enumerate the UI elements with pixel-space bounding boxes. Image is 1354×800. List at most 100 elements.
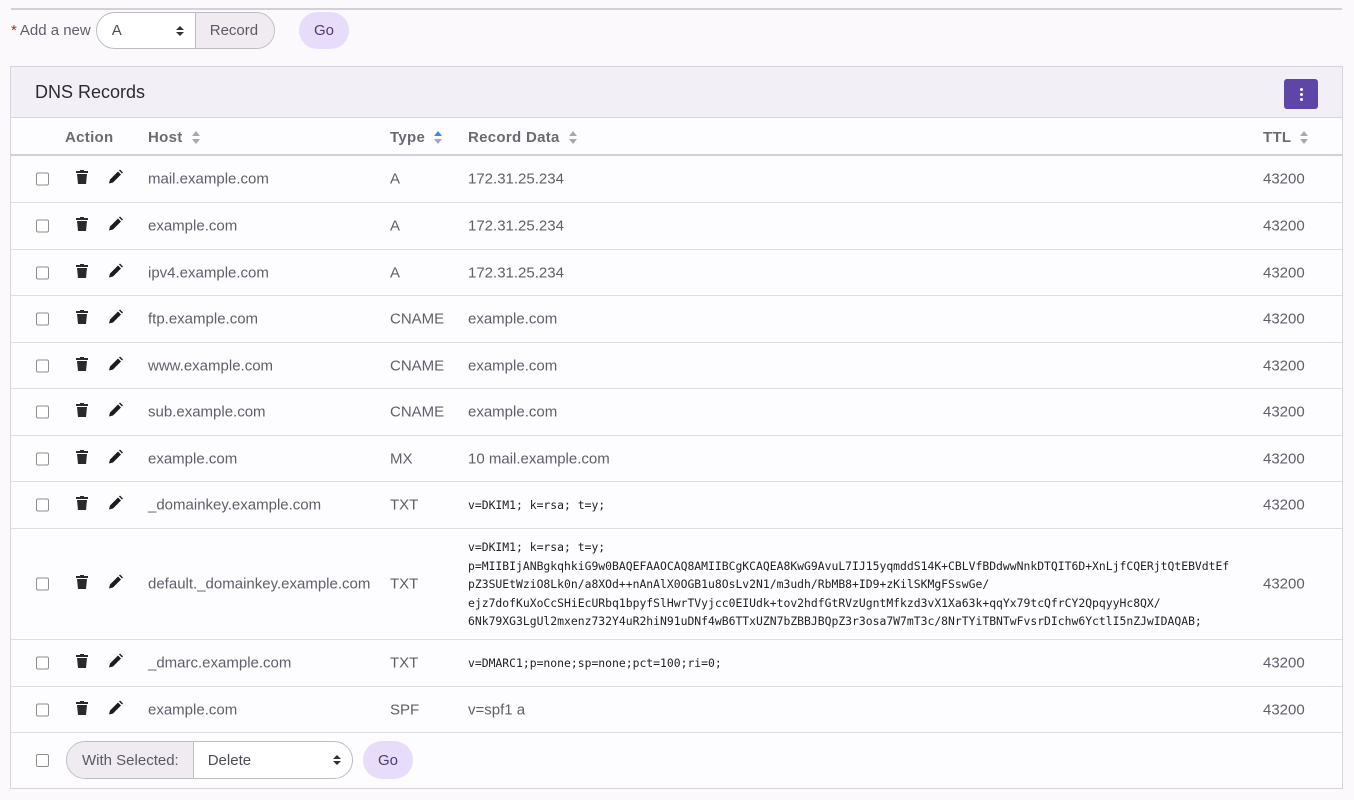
- table-row: mail.example.com A 172.31.25.234 43200: [11, 156, 1342, 203]
- trash-icon[interactable]: [76, 496, 88, 514]
- header-record-data[interactable]: Record Data: [468, 129, 577, 146]
- trash-icon[interactable]: [76, 356, 88, 375]
- pencil-icon[interactable]: [108, 574, 123, 594]
- row-record-data: example.com: [468, 403, 558, 421]
- row-host: example.com: [148, 217, 238, 235]
- pencil-icon[interactable]: [108, 356, 123, 375]
- row-record-data: 172.31.25.234: [468, 264, 564, 281]
- select-arrows-icon: [175, 25, 184, 36]
- row-type: A: [390, 170, 401, 188]
- row-ttl: 43200: [1263, 450, 1305, 467]
- header-type[interactable]: Type: [390, 129, 443, 146]
- header-ttl[interactable]: TTL: [1263, 129, 1309, 146]
- header-action-label: Action: [65, 129, 114, 146]
- pencil-icon[interactable]: [108, 700, 123, 719]
- row-ttl: 43200: [1263, 217, 1305, 235]
- card-header: DNS Records: [11, 67, 1342, 118]
- add-go-button[interactable]: Go: [299, 12, 349, 49]
- row-host: _domainkey.example.com: [148, 496, 322, 514]
- pencil-icon[interactable]: [108, 263, 123, 282]
- table-row: example.com MX 10 mail.example.com 43200: [11, 436, 1342, 482]
- trash-icon[interactable]: [76, 403, 88, 421]
- row-host: default._domainkey.example.com: [148, 575, 371, 593]
- pencil-icon[interactable]: [108, 309, 123, 329]
- table-row: ftp.example.com CNAME example.com 43200: [11, 296, 1342, 343]
- trash-icon[interactable]: [76, 449, 88, 468]
- row-checkbox[interactable]: [36, 266, 49, 279]
- row-host: example.com: [148, 450, 238, 467]
- row-ttl: 43200: [1263, 654, 1305, 672]
- header-action: Action: [65, 129, 113, 146]
- row-type: A: [390, 264, 401, 281]
- record-type-select[interactable]: A: [97, 13, 196, 48]
- row-checkbox[interactable]: [36, 172, 49, 186]
- bulk-action-select[interactable]: Delete: [194, 742, 352, 778]
- table-row: ipv4.example.com A 172.31.25.234 43200: [11, 250, 1342, 296]
- row-ttl: 43200: [1263, 403, 1305, 421]
- row-type: CNAME: [390, 357, 445, 374]
- header-type-label: Type: [390, 129, 426, 146]
- row-checkbox[interactable]: [36, 359, 49, 372]
- add-new-label: Add a new: [19, 22, 91, 39]
- pencil-icon[interactable]: [108, 449, 123, 468]
- row-type: SPF: [390, 701, 420, 718]
- row-record-data: v=DMARC1;p=none;sp=none;pct=100;ri=0;: [468, 656, 722, 670]
- row-host: mail.example.com: [148, 170, 269, 188]
- pencil-icon[interactable]: [108, 653, 123, 673]
- row-checkbox[interactable]: [36, 405, 49, 419]
- row-ttl: 43200: [1263, 357, 1305, 374]
- header-ttl-label: TTL: [1263, 129, 1292, 146]
- row-type: MX: [390, 450, 413, 467]
- select-all-checkbox[interactable]: [36, 754, 49, 767]
- row-host: www.example.com: [148, 357, 274, 374]
- row-type: TXT: [390, 575, 419, 593]
- pencil-icon[interactable]: [108, 495, 123, 515]
- header-host[interactable]: Host: [148, 129, 200, 146]
- row-record-data: example.com: [468, 357, 558, 374]
- row-checkbox[interactable]: [36, 219, 49, 233]
- row-checkbox[interactable]: [36, 312, 49, 326]
- kebab-menu-icon[interactable]: [1284, 79, 1318, 109]
- row-ttl: 43200: [1263, 496, 1305, 514]
- pencil-icon[interactable]: [108, 402, 123, 422]
- table-row: _domainkey.example.com TXT v=DKIM1; k=rsa;…: [11, 482, 1342, 529]
- table-row: www.example.com CNAME example.com 43200: [11, 343, 1342, 389]
- table-footer: With Selected: Delete Go: [11, 733, 1342, 788]
- table-row: example.com A 172.31.25.234 43200: [11, 203, 1342, 250]
- row-host: ipv4.example.com: [148, 264, 269, 281]
- add-record-bar: * Add a new A Record: [11, 12, 276, 49]
- row-checkbox[interactable]: [36, 577, 49, 591]
- row-type: TXT: [390, 654, 419, 672]
- trash-icon[interactable]: [76, 310, 88, 328]
- pencil-icon[interactable]: [108, 216, 123, 236]
- bulk-action-value: Delete: [207, 751, 252, 769]
- table-header: Action Host Type Record Data TTL: [11, 118, 1342, 156]
- row-checkbox[interactable]: [36, 656, 49, 670]
- required-mark: *: [11, 22, 17, 39]
- record-type-value: A: [111, 22, 122, 39]
- table-row: default._domainkey.example.com TXT v=DKIM1…: [11, 529, 1342, 640]
- trash-icon[interactable]: [76, 575, 88, 593]
- with-selected-label: With Selected:: [67, 742, 194, 778]
- trash-icon[interactable]: [76, 700, 88, 719]
- trash-icon[interactable]: [76, 170, 88, 188]
- trash-icon[interactable]: [76, 263, 88, 282]
- row-record-data: v=DKIM1; k=rsa; t=y; p=MIIBIjANBgkqhkiG9…: [468, 539, 1230, 628]
- header-data-label: Record Data: [468, 129, 560, 146]
- row-type: CNAME: [390, 310, 445, 328]
- trash-icon[interactable]: [76, 654, 88, 672]
- row-checkbox[interactable]: [36, 452, 49, 465]
- top-divider: [11, 8, 1342, 10]
- row-type: A: [390, 217, 401, 235]
- table-row: sub.example.com CNAME example.com 43200: [11, 389, 1342, 436]
- dns-records-card: DNS Records Action Host Type Record Data…: [10, 66, 1343, 789]
- trash-icon[interactable]: [76, 217, 88, 235]
- row-checkbox[interactable]: [36, 703, 49, 716]
- row-type: TXT: [390, 496, 419, 514]
- row-checkbox[interactable]: [36, 498, 49, 512]
- row-record-data: v=DKIM1; k=rsa; t=y;: [468, 498, 606, 512]
- sort-icon: [1300, 131, 1309, 144]
- pencil-icon[interactable]: [108, 169, 123, 189]
- bulk-go-button[interactable]: Go: [363, 741, 413, 779]
- row-host: ftp.example.com: [148, 310, 259, 328]
